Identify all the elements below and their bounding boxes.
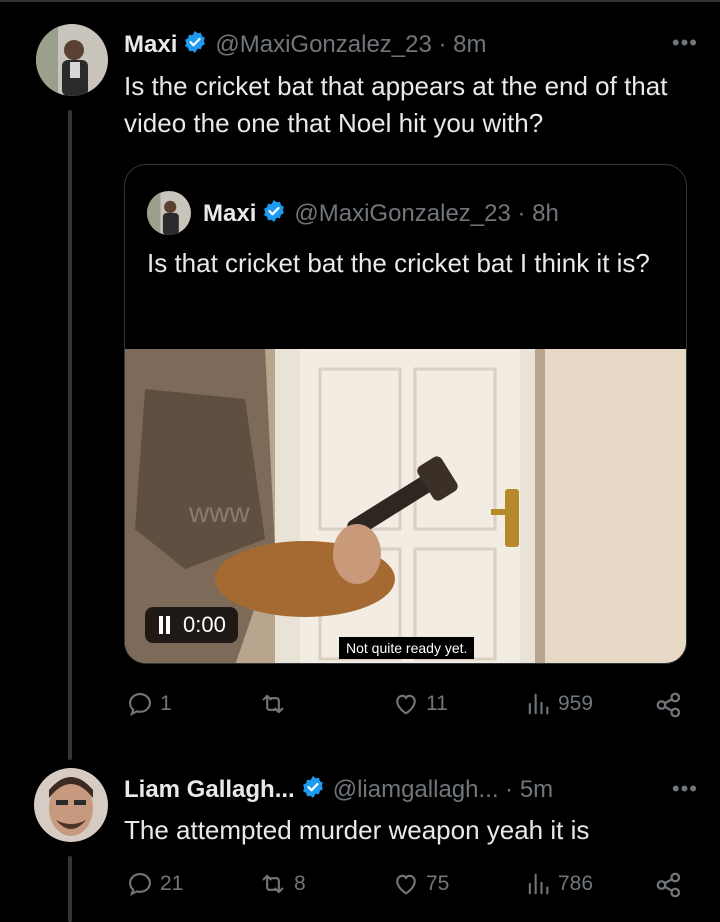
tweet-text: The attempted murder weapon yeah it is (124, 815, 590, 845)
video-time: 0:00 (183, 612, 226, 637)
heart-icon (396, 874, 416, 895)
video-subtitle: Not quite ready yet. (339, 637, 475, 659)
views-button[interactable]: 959 (524, 690, 593, 718)
quote-avatar (147, 191, 191, 235)
tweet-actions: 1 11 959 (124, 690, 694, 730)
share-icon (656, 872, 681, 898)
more-options-icon[interactable]: ••• (672, 776, 698, 802)
thread-line (68, 110, 72, 760)
like-count: 11 (426, 692, 448, 715)
reply-button[interactable]: 1 (126, 690, 172, 718)
views-icon (528, 873, 549, 895)
top-divider (0, 0, 720, 2)
avatar[interactable] (34, 768, 108, 842)
display-name[interactable]: Maxi (124, 31, 177, 59)
repost-icon (262, 694, 284, 714)
reply-button[interactable]: 21 (126, 870, 183, 898)
like-count: 75 (426, 872, 450, 895)
views-button[interactable]: 786 (524, 870, 593, 898)
display-name[interactable]: Liam Gallagh... (124, 776, 295, 804)
share-button[interactable] (654, 870, 690, 900)
quote-header: Maxi @MaxiGonzalez_23 · 8h (203, 199, 559, 228)
heart-icon (396, 694, 416, 715)
repost-count: 8 (294, 872, 306, 895)
thread-line (68, 856, 72, 922)
like-button[interactable]: 75 (392, 870, 449, 898)
view-count: 959 (558, 692, 594, 715)
share-icon (656, 692, 681, 718)
view-count: 786 (558, 872, 594, 895)
handle-timestamp[interactable]: @liamgallagh... · 5m (333, 776, 553, 804)
reply-count: 1 (160, 692, 172, 715)
tweet-actions: 21 8 75 786 (124, 870, 694, 910)
repost-button[interactable] (258, 690, 294, 718)
repost-button[interactable]: 8 (258, 870, 306, 898)
tweet-text: Is the cricket bat that appears at the e… (124, 71, 668, 138)
quote-handle-timestamp: @MaxiGonzalez_23 · 8h (294, 199, 559, 227)
avatar[interactable] (36, 24, 108, 96)
verified-badge-icon (183, 30, 207, 59)
video-pause-control[interactable]: 0:00 (145, 607, 238, 643)
views-icon (528, 693, 549, 715)
handle-timestamp[interactable]: @MaxiGonzalez_23 · 8m (215, 31, 486, 59)
reply-icon (129, 873, 151, 896)
repost-icon (262, 874, 284, 894)
verified-badge-icon (301, 775, 325, 804)
more-options-icon[interactable]: ••• (672, 30, 698, 56)
like-button[interactable]: 11 (392, 690, 448, 718)
tweet-header: Liam Gallagh... @liamgallagh... · 5m (124, 775, 553, 804)
quoted-tweet[interactable]: Maxi @MaxiGonzalez_23 · 8h Is that crick… (124, 164, 687, 664)
tweet-header: Maxi @MaxiGonzalez_23 · 8m (124, 30, 487, 59)
reply-count: 21 (160, 872, 184, 895)
reply-icon (129, 693, 151, 716)
video-player[interactable]: www 0:00 Not quite ready yet. (125, 349, 686, 663)
pause-icon (157, 616, 171, 634)
quote-text: Is that cricket bat the cricket bat I th… (147, 248, 650, 278)
quote-display-name: Maxi (203, 199, 257, 227)
video-watermark: www (189, 497, 250, 528)
share-button[interactable] (654, 690, 690, 720)
verified-badge-icon (262, 199, 286, 228)
